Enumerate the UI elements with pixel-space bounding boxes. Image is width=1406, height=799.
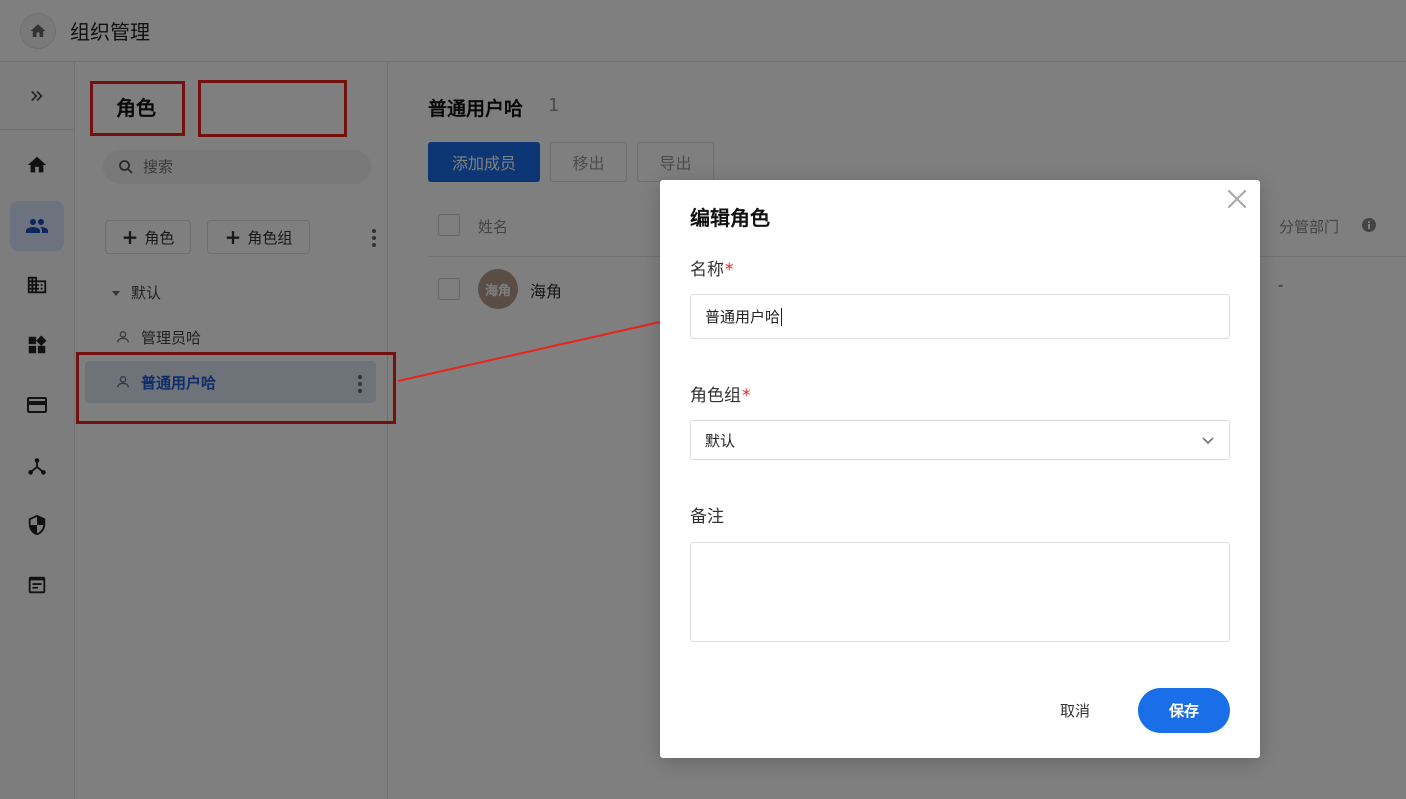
role-group-select[interactable]: 默认 [690, 420, 1230, 460]
note-textarea[interactable] [690, 542, 1230, 642]
name-field-label: 名称* [690, 260, 734, 280]
note-field-label: 备注 [690, 507, 724, 527]
chevron-down-icon [1202, 437, 1214, 445]
cancel-button[interactable]: 取消 [1060, 700, 1090, 721]
save-button[interactable]: 保存 [1138, 688, 1230, 733]
dialog-title: 编辑角色 [690, 206, 770, 230]
group-field-label: 角色组* [690, 386, 751, 406]
edit-role-dialog: 编辑角色 名称* 普通用户哈 角色组* 默认 备注 取消 保存 [660, 180, 1260, 758]
text-caret [781, 307, 783, 326]
role-group-value: 默认 [705, 431, 736, 450]
role-name-value: 普通用户哈 [705, 308, 781, 326]
role-name-input[interactable]: 普通用户哈 [690, 294, 1230, 339]
required-mark: * [742, 386, 751, 406]
close-icon[interactable] [1224, 186, 1250, 212]
required-mark: * [725, 260, 734, 280]
